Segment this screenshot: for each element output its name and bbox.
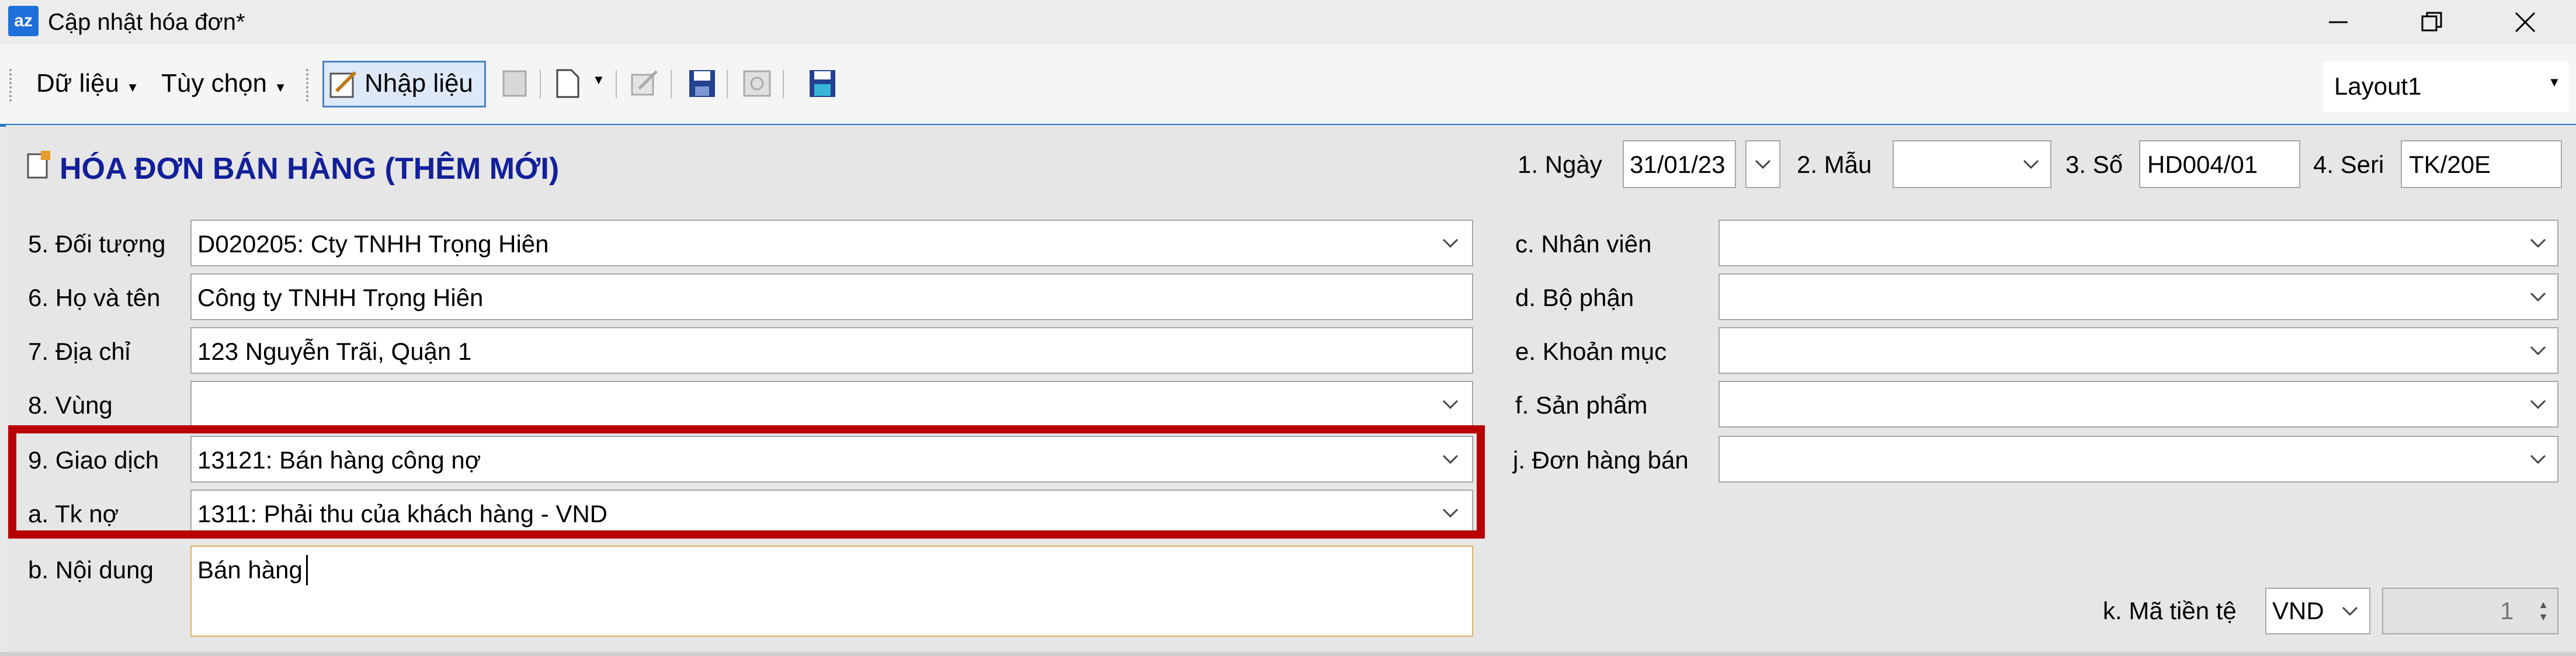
nhan-vien-dropdown-button[interactable] xyxy=(2522,223,2554,263)
chevron-down-icon xyxy=(2530,238,2546,248)
toolbar-separator xyxy=(727,70,728,98)
ty-gia-value: 1 xyxy=(2500,597,2514,624)
edit-form-icon xyxy=(329,71,357,98)
doi-tuong-value: D020205: Cty TNHH Trọng Hiên xyxy=(197,230,549,258)
don-hang-dropdown[interactable] xyxy=(1719,436,2558,483)
doi-tuong-dropdown-button[interactable] xyxy=(1435,223,1466,263)
window-title: Cập nhật hóa đơn* xyxy=(48,9,245,35)
save-as-icon[interactable] xyxy=(807,68,836,99)
chevron-down-icon xyxy=(2530,346,2546,356)
chevron-down-icon xyxy=(1442,400,1459,409)
san-pham-dropdown-button[interactable] xyxy=(2522,384,2554,424)
restore-button[interactable] xyxy=(2400,0,2464,44)
save-icon[interactable] xyxy=(687,68,716,99)
tuy-chon-menu[interactable]: Tùy chọn ▼ xyxy=(161,63,287,108)
form-title: HÓA ĐƠN BÁN HÀNG (THÊM MỚI) xyxy=(60,152,560,186)
caret-down-icon: ▼ xyxy=(126,80,139,95)
khoan-muc-dropdown-button[interactable] xyxy=(2522,331,2554,370)
toolbar-separator xyxy=(540,70,541,98)
don-hang-label: j. Đơn hàng bán xyxy=(1513,446,1689,474)
seri-value: TK/20E xyxy=(2409,151,2491,178)
app-logo-icon: az xyxy=(8,6,39,36)
ngay-label: 1. Ngày xyxy=(1518,151,1602,178)
don-hang-dropdown-button[interactable] xyxy=(2522,439,2554,479)
toolbar-grip xyxy=(306,69,311,102)
nhan-vien-dropdown[interactable] xyxy=(1719,220,2558,266)
close-button[interactable] xyxy=(2493,0,2557,44)
mau-dropdown-button[interactable] xyxy=(2015,144,2047,185)
ma-tien-te-value: VND xyxy=(2272,597,2324,624)
bo-phan-label: d. Bộ phận xyxy=(1515,284,1634,311)
nhap-lieu-label: Nhập liệu xyxy=(364,69,473,98)
khoan-muc-dropdown[interactable] xyxy=(1719,327,2558,374)
khoan-muc-label: e. Khoản mục xyxy=(1515,338,1667,365)
doi-tuong-label: 5. Đối tượng xyxy=(28,230,166,258)
noi-dung-textarea[interactable] xyxy=(190,546,1473,637)
restore-icon xyxy=(2421,12,2442,32)
edit-icon[interactable] xyxy=(630,68,659,99)
nhan-vien-label: c. Nhân viên xyxy=(1515,230,1652,258)
toolbar-separator xyxy=(783,70,784,98)
refresh-icon[interactable] xyxy=(500,68,529,99)
title-bar xyxy=(0,0,2576,44)
noi-dung-label: b. Nội dung xyxy=(28,556,154,584)
so-value: HD004/01 xyxy=(2147,151,2258,178)
ma-tien-te-dropdown-button[interactable] xyxy=(2334,591,2366,631)
vung-dropdown-button[interactable] xyxy=(1435,384,1466,424)
chevron-down-icon xyxy=(2530,292,2546,302)
seri-label: 4. Seri xyxy=(2313,151,2384,178)
bo-phan-dropdown-button[interactable] xyxy=(2522,277,2554,317)
chevron-down-icon xyxy=(1755,159,1771,169)
du-lieu-menu[interactable]: Dữ liệu ▼ xyxy=(36,63,139,108)
minimize-icon xyxy=(2329,21,2348,23)
san-pham-dropdown[interactable] xyxy=(1719,381,2558,428)
du-lieu-label: Dữ liệu xyxy=(36,69,119,98)
san-pham-label: f. Sản phẩm xyxy=(1515,391,1648,419)
dia-chi-value: 123 Nguyễn Trãi, Quận 1 xyxy=(197,338,472,365)
caret-down-icon: ▼ xyxy=(2548,75,2561,89)
chevron-down-icon xyxy=(2530,454,2546,464)
chevron-down-icon xyxy=(2023,159,2039,169)
vung-dropdown[interactable] xyxy=(190,381,1473,428)
tuy-chon-label: Tùy chọn xyxy=(161,69,267,98)
text-caret xyxy=(306,555,308,585)
chevron-down-icon xyxy=(1442,238,1459,248)
grid-header-strip xyxy=(0,652,2576,656)
close-icon xyxy=(2515,12,2536,33)
mau-label: 2. Mẫu xyxy=(1797,151,1872,178)
caret-down-icon[interactable]: ▼ xyxy=(592,72,605,88)
bo-phan-dropdown[interactable] xyxy=(1719,273,2558,320)
spin-up-icon[interactable]: ▲ xyxy=(2538,599,2549,611)
highlight-box xyxy=(8,425,1485,539)
spin-down-icon[interactable]: ▼ xyxy=(2538,611,2549,623)
disabled-action-icon[interactable] xyxy=(742,68,771,99)
ho-ten-label: 6. Họ và tên xyxy=(28,284,161,311)
document-edit-icon xyxy=(27,151,50,179)
caret-down-icon: ▼ xyxy=(274,80,287,95)
toolbar-separator xyxy=(616,70,617,98)
date-picker-button[interactable] xyxy=(1745,140,1780,188)
dia-chi-label: 7. Địa chỉ xyxy=(28,338,131,365)
minimize-button[interactable] xyxy=(2306,0,2370,44)
ho-ten-value: Công ty TNHH Trọng Hiên xyxy=(197,284,484,311)
toolbar-separator xyxy=(671,70,672,98)
toolbar-grip xyxy=(9,69,14,102)
vung-label: 8. Vùng xyxy=(28,391,113,419)
chevron-down-icon xyxy=(2530,400,2546,409)
ma-tien-te-label: k. Mã tiền tệ xyxy=(2103,597,2237,624)
noi-dung-value: Bán hàng xyxy=(197,556,303,584)
ty-gia-spinner[interactable]: ▲ ▼ xyxy=(2529,589,2557,633)
new-document-icon[interactable] xyxy=(553,68,582,99)
so-label: 3. Số xyxy=(2065,151,2123,178)
ngay-value: 31/01/23 xyxy=(1630,151,1726,178)
chevron-down-icon xyxy=(2342,606,2358,616)
layout-value: Layout1 xyxy=(2334,72,2422,100)
